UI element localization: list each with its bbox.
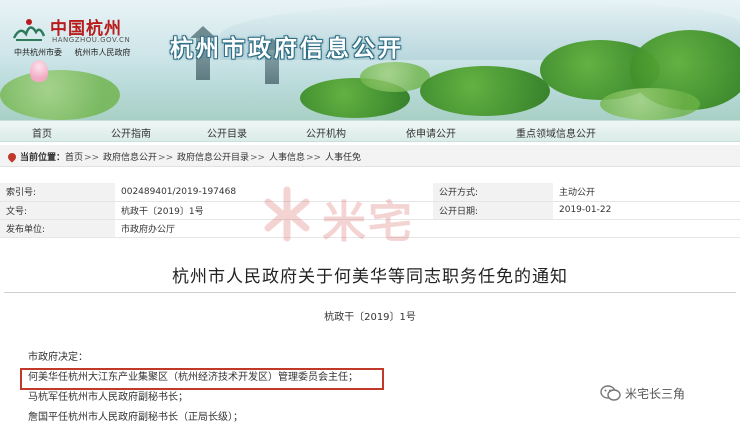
nav-item-guide[interactable]: 公开指南 <box>111 125 151 140</box>
open-mode-label: 公开方式: <box>433 183 553 202</box>
org-name: 杭州市人民政府 <box>74 48 131 57</box>
lotus-leaf <box>0 70 120 120</box>
open-mode-value: 主动公开 <box>553 183 740 202</box>
nav-item-agencies[interactable]: 公开机构 <box>306 125 346 140</box>
brand-watermark: 米宅长三角 <box>600 384 685 406</box>
header-banner: 中国杭州 HANGZHOU.GOV.CN 中共杭州市委 杭州市人民政府 杭州市政… <box>0 0 740 120</box>
breadcrumb-link[interactable]: 政府信息公开目录 <box>177 153 249 163</box>
document-title: 杭州市人民政府关于何美华等同志职务任免的通知 <box>172 267 568 287</box>
publish-date-label: 公开日期: <box>433 201 553 220</box>
nav-item-catalog[interactable]: 公开目录 <box>207 125 247 140</box>
breadcrumb-link[interactable]: 人事信息 <box>269 153 305 163</box>
breadcrumb-link[interactable]: 人事任免 <box>325 153 361 163</box>
breadcrumb-link[interactable]: 首页 <box>65 153 83 163</box>
body-line: 詹国平任杭州市人民政府副秘书长（正局长级）； <box>28 412 243 423</box>
main-nav: 首页 公开指南 公开目录 公开机构 依申请公开 重点领域信息公开 <box>0 120 740 142</box>
body-line: 市政府决定： <box>28 352 88 363</box>
metadata-row: 文号: 杭政干〔2019〕1号 公开日期: 2019-01-22 <box>0 201 740 220</box>
publisher-value: 市政府办公厅 <box>115 219 433 238</box>
doc-number-value: 杭政干〔2019〕1号 <box>115 201 433 220</box>
wechat-icon <box>600 385 621 401</box>
org-name: 中共杭州市委 <box>14 48 62 57</box>
lotus-leaf <box>600 88 700 120</box>
body-line: 马杭军任杭州市人民政府副秘书长； <box>28 392 188 403</box>
breadcrumb: 当前位置：首页>> 政府信息公开>> 政府信息公开目录>> 人事信息>> 人事任… <box>0 145 740 167</box>
breadcrumb-link[interactable]: 政府信息公开 <box>103 153 157 163</box>
publisher-label: 发布单位: <box>0 219 115 238</box>
org-names: 中共杭州市委 杭州市人民政府 <box>14 47 141 58</box>
location-pin-icon <box>6 151 18 163</box>
doc-number-label: 文号: <box>0 201 115 220</box>
metadata-row: 发布单位: 市政府办公厅 <box>0 219 740 238</box>
brand-name: 米宅长三角 <box>625 387 686 401</box>
document-metadata: 索引号: 002489401/2019-197468 公开方式: 主动公开 文号… <box>0 183 740 238</box>
nav-item-apply[interactable]: 依申请公开 <box>406 125 456 140</box>
index-value: 002489401/2019-197468 <box>115 183 433 202</box>
logo-domain: HANGZHOU.GOV.CN <box>52 36 131 44</box>
lotus-leaf <box>420 66 550 116</box>
nav-item-key-areas[interactable]: 重点领域信息公开 <box>516 125 596 140</box>
document-body: 市政府决定： 何美华任杭州大江东产业集聚区（杭州经济技术开发区）管理委员会主任；… <box>28 348 358 427</box>
hangzhou-emblem-icon <box>12 19 46 41</box>
lotus-flower <box>30 60 48 82</box>
body-line-highlighted: 何美华任杭州大江东产业集聚区（杭州经济技术开发区）管理委员会主任； <box>28 372 358 383</box>
breadcrumb-label: 当前位置 <box>20 153 57 163</box>
metadata-row: 索引号: 002489401/2019-197468 公开方式: 主动公开 <box>0 183 740 202</box>
nav-item-home[interactable]: 首页 <box>32 125 52 140</box>
document-number: 杭政干〔2019〕1号 <box>324 312 416 323</box>
index-label: 索引号: <box>0 183 115 202</box>
site-title: 杭州市政府信息公开 <box>170 35 404 62</box>
divider <box>4 292 736 293</box>
publish-date-value: 2019-01-22 <box>553 201 740 220</box>
